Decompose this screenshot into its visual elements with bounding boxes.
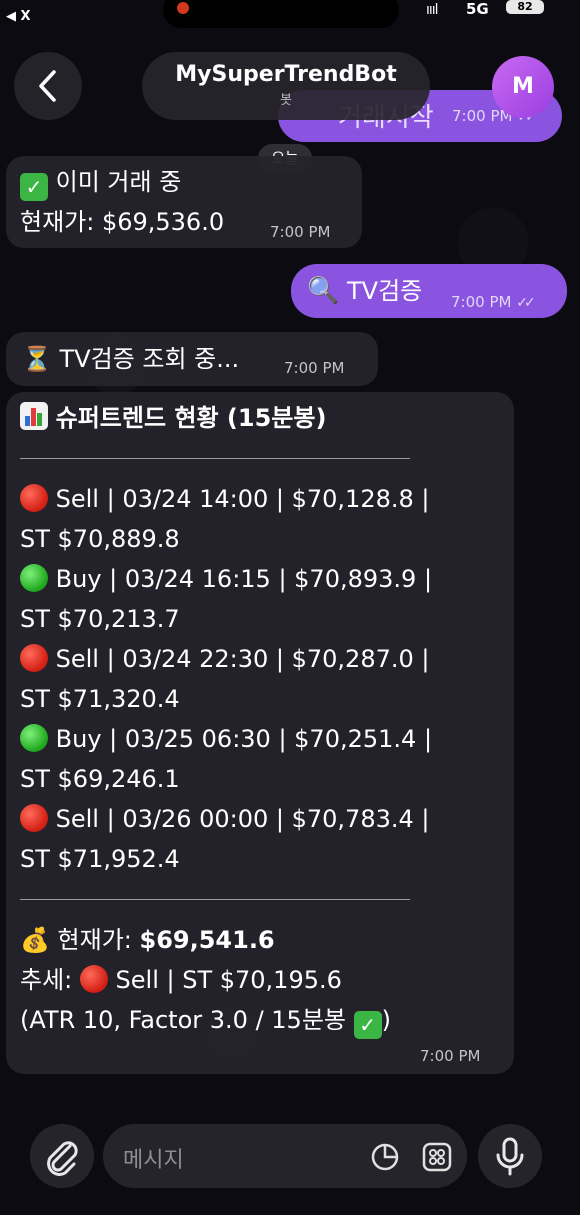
signal-row: Sell | 03/26 00:00 | $70,783.4 | bbox=[20, 799, 504, 839]
params-row: (ATR 10, Factor 3.0 / 15분봉 ✓) bbox=[20, 1000, 504, 1040]
message-title-row: 슈퍼트렌드 현황 (15분봉) bbox=[20, 398, 504, 438]
attach-button[interactable] bbox=[30, 1124, 94, 1188]
signal-text: Sell | 03/26 00:00 | $70,783.4 | bbox=[55, 805, 430, 833]
params-end: ) bbox=[381, 1006, 391, 1034]
trend-text: Sell | ST $70,195.6 bbox=[115, 966, 342, 994]
signal-st: ST $70,213.7 bbox=[20, 605, 180, 633]
message-text: TV검증 bbox=[347, 277, 423, 305]
dynamic-island bbox=[163, 0, 399, 28]
sticker-icon[interactable] bbox=[369, 1141, 401, 1173]
composer-bar: 메시지 bbox=[0, 1110, 580, 1215]
back-arrow-icon bbox=[39, 70, 56, 102]
double-check-icon: ✓✓ bbox=[516, 295, 536, 311]
red-circle-icon bbox=[79, 965, 108, 993]
network-label: 5G bbox=[466, 0, 489, 18]
green-circle-icon bbox=[20, 724, 48, 752]
status-bar: ◀ X ıııl 5G 82 bbox=[0, 0, 580, 30]
message-placeholder: 메시지 bbox=[123, 1148, 184, 1173]
signal-text: Buy | 03/25 06:30 | $70,251.4 | bbox=[55, 725, 433, 753]
trend-row: 추세: Sell | ST $70,195.6 bbox=[20, 960, 504, 1000]
message-bubble-incoming[interactable]: 슈퍼트렌드 현황 (15분봉) Sell | 03/24 14:00 | $70… bbox=[6, 392, 514, 1074]
signal-st: ST $69,246.1 bbox=[20, 765, 180, 793]
emoji-grid-icon[interactable] bbox=[421, 1141, 453, 1173]
signal-st: ST $71,320.4 bbox=[20, 685, 180, 713]
magnifier-icon: 🔍 bbox=[307, 276, 340, 306]
message-time: 7:00 PM bbox=[284, 359, 345, 377]
red-circle-icon bbox=[20, 804, 48, 832]
message-text: 이미 거래 중 bbox=[55, 168, 182, 196]
bar-chart-icon bbox=[20, 402, 48, 430]
signal-row: Sell | 03/24 14:00 | $70,128.8 | bbox=[20, 479, 504, 519]
signal-row: Sell | 03/24 22:30 | $70,287.0 | bbox=[20, 639, 504, 679]
recording-indicator bbox=[177, 2, 189, 14]
message-bubble-incoming[interactable]: ⏳ TV검증 조회 중... 7:00 PM bbox=[6, 332, 378, 386]
microphone-icon bbox=[496, 1137, 524, 1176]
divider bbox=[20, 899, 410, 900]
signal-text: Sell | 03/24 22:30 | $70,287.0 | bbox=[55, 645, 430, 673]
avatar[interactable]: M bbox=[492, 56, 554, 118]
signal-row: Buy | 03/25 06:30 | $70,251.4 | bbox=[20, 719, 504, 759]
message-bubble-incoming[interactable]: ✓ 이미 거래 중 현재가: $69,536.0 7:00 PM bbox=[6, 156, 362, 248]
message-time: 7:00 PM ✓✓ bbox=[451, 293, 536, 311]
red-circle-icon bbox=[20, 484, 48, 512]
divider bbox=[20, 458, 410, 459]
voice-button[interactable] bbox=[478, 1124, 542, 1188]
message-time: 7:00 PM bbox=[270, 223, 331, 241]
params-text: (ATR 10, Factor 3.0 / 15분봉 bbox=[20, 1006, 346, 1034]
red-circle-icon bbox=[20, 644, 48, 672]
signal-row: Buy | 03/24 16:15 | $70,893.9 | bbox=[20, 559, 504, 599]
signal-st: ST $71,952.4 bbox=[20, 845, 180, 873]
trend-label: 추세: bbox=[20, 966, 73, 994]
back-to-app[interactable]: ◀ X bbox=[6, 9, 31, 24]
chat-subtitle: 봇 bbox=[280, 93, 292, 108]
current-price-row: 💰 현재가: $69,541.6 bbox=[20, 920, 504, 960]
message-text: 현재가: $69,536.0 bbox=[20, 208, 225, 236]
signal-st: ST $70,889.8 bbox=[20, 525, 180, 553]
green-circle-icon bbox=[20, 564, 48, 592]
message-text: TV검증 조회 중... bbox=[59, 345, 240, 373]
price-label: 현재가: bbox=[57, 926, 132, 954]
signal-text: Sell | 03/24 14:00 | $70,128.8 | bbox=[55, 485, 430, 513]
message-title: 슈퍼트렌드 현황 (15분봉) bbox=[55, 404, 327, 432]
money-bag-icon: 💰 bbox=[20, 926, 50, 954]
battery-icon: 82 bbox=[506, 0, 544, 14]
paperclip-icon bbox=[47, 1141, 78, 1176]
chat-title-area[interactable]: MySuperTrendBot 봇 bbox=[142, 52, 430, 120]
hourglass-icon: ⏳ bbox=[22, 345, 52, 373]
chat-title: MySuperTrendBot bbox=[175, 62, 397, 87]
message-input[interactable]: 메시지 bbox=[103, 1124, 467, 1188]
price-value: $69,541.6 bbox=[139, 926, 275, 954]
signal-icon: ıııl bbox=[426, 2, 439, 18]
message-bubble-outgoing[interactable]: 🔍 TV검증 7:00 PM ✓✓ bbox=[291, 264, 567, 318]
signal-text: Buy | 03/24 16:15 | $70,893.9 | bbox=[55, 565, 433, 593]
back-button[interactable] bbox=[14, 52, 82, 120]
check-box-icon: ✓ bbox=[353, 1011, 382, 1039]
message-time: 7:00 PM bbox=[420, 1047, 481, 1065]
check-box-icon: ✓ bbox=[20, 173, 48, 201]
